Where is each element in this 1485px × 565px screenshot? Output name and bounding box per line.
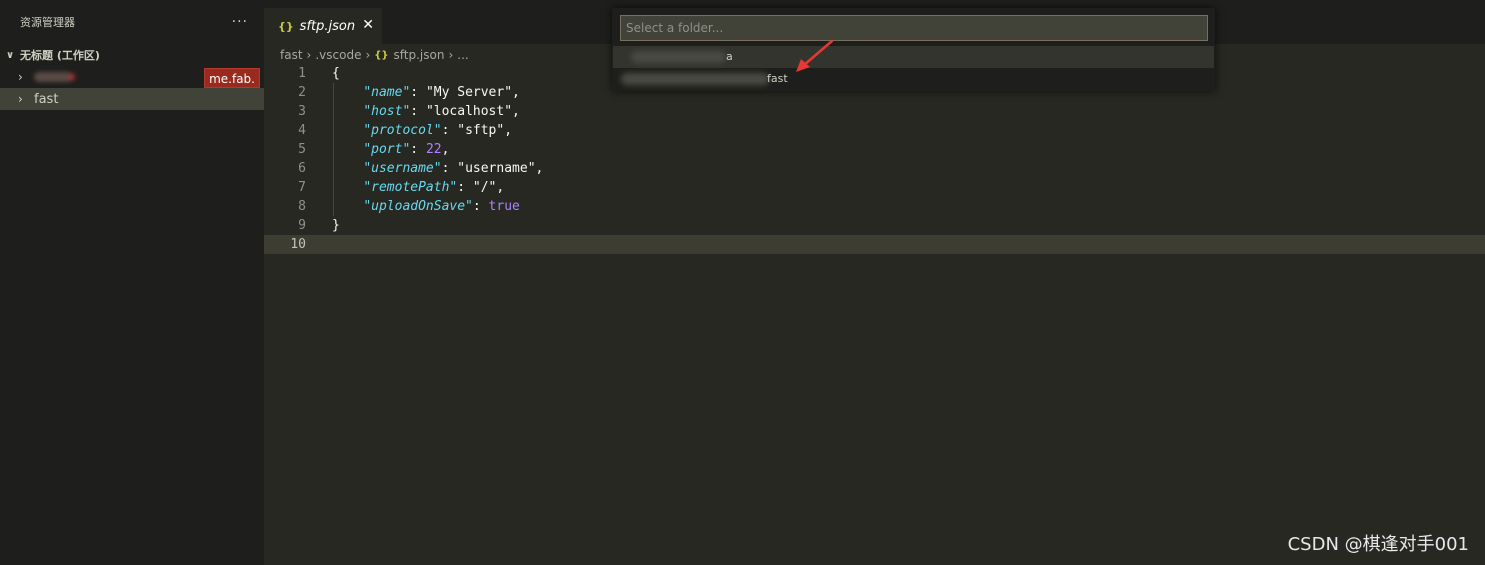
tree-item-folder-1[interactable]: › me.fab. [0,66,264,88]
code-line: 7 "remotePath": "/", [264,178,1485,197]
code-text: } [332,218,340,233]
line-number: 8 [298,199,306,214]
tab-label: sftp.json [299,18,356,34]
code-line: 5 "port": 22, [264,140,1485,159]
quick-pick-item-label: fast [767,72,788,85]
json-file-icon: {} [278,19,294,33]
current-line: 10 [264,235,1485,254]
code-text: { [332,66,340,81]
code-editor[interactable]: 1 { 2 "name": "My Server", 3 "host": "lo… [264,64,1485,565]
watermark: CSDN @棋逢对手001 [1287,534,1469,555]
line-number: 9 [298,218,306,233]
code-text: "host": "localhost", [363,104,520,119]
code-text: "username": "username", [363,161,544,176]
line-number: 6 [298,161,306,176]
code-text: "protocol": "sftp", [363,123,513,138]
quick-pick-item[interactable]: fast [613,68,1214,90]
tab-sftp-json[interactable]: {} sftp.json ✕ [264,8,382,44]
line-number: 4 [298,123,306,138]
breadcrumb-item[interactable]: .vscode [315,48,361,62]
chevron-right-icon: › [18,70,23,84]
indent-guide [333,83,334,216]
chevron-right-icon: › [306,48,312,62]
breadcrumb-item[interactable]: ... [457,48,468,62]
redacted-folder-name [34,72,72,82]
code-text: "port": 22, [363,142,450,157]
line-number: 1 [298,66,306,81]
code-line: 8 "uploadOnSave": true [264,197,1485,216]
chevron-down-icon: ∨ [6,49,15,61]
code-text: "uploadOnSave": true [363,199,520,214]
annotation-arrow-icon [796,39,834,72]
code-line: 9 } [264,216,1485,235]
more-actions-icon[interactable]: ··· [232,14,248,30]
code-line: 6 "username": "username", [264,159,1485,178]
quick-pick-item-label: a [726,50,733,63]
folder-quick-pick: a fast [612,8,1215,91]
breadcrumb: fast › .vscode › {} sftp.json › ... [280,44,469,66]
code-text: "remotePath": "/", [363,180,505,195]
error-badge: me.fab. [204,68,260,88]
workspace-section-header[interactable]: ∨ 无标题 (工作区) [0,44,264,66]
tree-item-label: fast [34,91,59,107]
redacted-path [631,51,726,63]
workspace-title: 无标题 (工作区) [20,49,100,62]
code-line: 3 "host": "localhost", [264,102,1485,121]
explorer-title: 资源管理器 [20,16,75,29]
json-file-icon: {} [374,49,389,61]
line-number: 5 [298,142,306,157]
line-number: 10 [290,237,306,252]
breadcrumb-item[interactable]: sftp.json [394,48,445,62]
code-text: "name": "My Server", [363,85,520,100]
code-line: 4 "protocol": "sftp", [264,121,1485,140]
breadcrumb-item[interactable]: fast [280,48,303,62]
folder-search-input[interactable] [620,15,1208,41]
close-icon[interactable]: ✕ [362,17,374,33]
redacted-path [621,73,769,85]
line-number: 2 [298,85,306,100]
explorer-header: 资源管理器 ··· [0,0,264,44]
explorer-sidebar: 资源管理器 ··· ∨ 无标题 (工作区) › me.fab. › fast [0,0,264,565]
tree-item-fast[interactable]: › fast [0,88,264,110]
chevron-right-icon: › [18,92,23,106]
quick-pick-item[interactable]: a [613,46,1214,68]
chevron-right-icon: › [365,48,371,62]
chevron-right-icon: › [448,48,454,62]
line-number: 7 [298,180,306,195]
line-number: 3 [298,104,306,119]
